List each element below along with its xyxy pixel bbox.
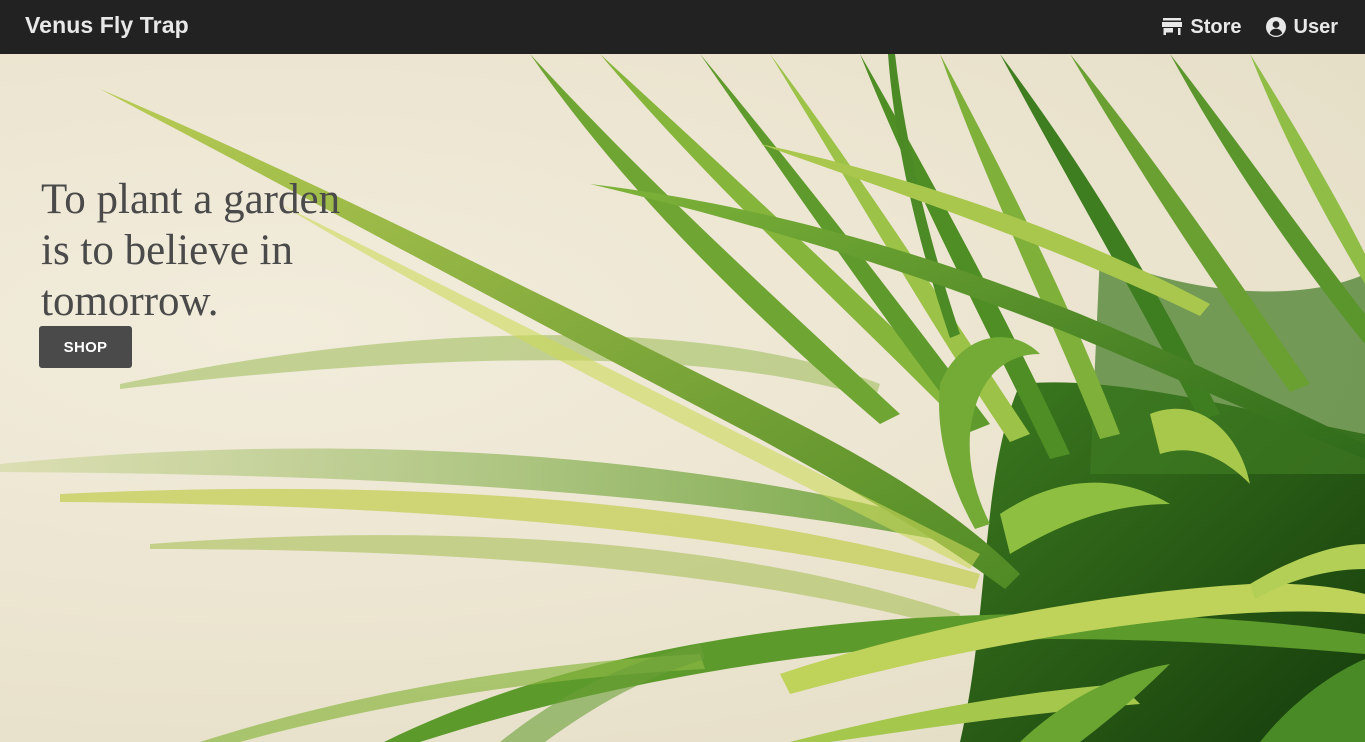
shop-button[interactable]: SHOP xyxy=(39,326,132,368)
nav-user-link[interactable]: User xyxy=(1265,15,1338,39)
hero-section: To plant a garden is to believe in tomor… xyxy=(0,54,1365,742)
nav-store-link[interactable]: Store xyxy=(1162,15,1242,39)
hero-plant-image xyxy=(0,54,1365,742)
hero-quote: To plant a garden is to believe in tomor… xyxy=(41,176,341,325)
nav-links: Store User xyxy=(1162,16,1338,39)
nav-store-label: Store xyxy=(1190,15,1242,38)
top-navbar: Venus Fly Trap Store User xyxy=(0,0,1365,54)
store-icon xyxy=(1162,18,1183,36)
user-circle-icon xyxy=(1265,17,1286,37)
nav-user-label: User xyxy=(1293,15,1338,38)
brand-logo-text[interactable]: Venus Fly Trap xyxy=(25,12,189,39)
